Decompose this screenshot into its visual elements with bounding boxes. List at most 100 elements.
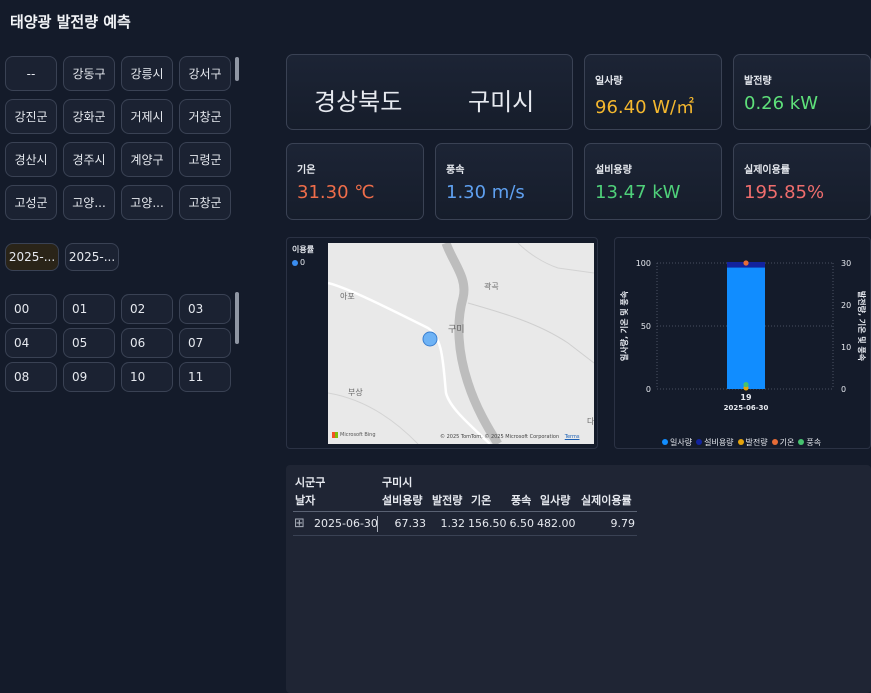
region-option[interactable]: 계양구 — [121, 142, 173, 177]
hour-option[interactable]: 04 — [5, 328, 57, 358]
hour-option[interactable]: 03 — [179, 294, 231, 324]
map-legend-title: 이용률 — [292, 245, 315, 254]
hour-option[interactable]: 10 — [121, 362, 173, 392]
y-left-axis-title: 일사량, 기온 및 풍속 — [619, 290, 629, 361]
column-header[interactable]: 일사량 — [540, 492, 570, 508]
kpi-label: 일사량 — [595, 76, 623, 87]
y-left-tick-label: 50 — [641, 322, 651, 331]
legend-item[interactable]: 풍속 — [798, 437, 821, 448]
kpi-value-utilization: 195.85% — [744, 182, 825, 203]
date-option[interactable]: 2025-... — [5, 243, 59, 271]
hour-option[interactable]: 07 — [179, 328, 231, 358]
hour-slicer-scrollbar[interactable] — [235, 292, 239, 344]
page-title: 태양광 발전량 예측 — [10, 13, 131, 31]
hour-option[interactable]: 11 — [179, 362, 231, 392]
region-option[interactable]: 강동구 — [63, 56, 115, 91]
map-canvas[interactable]: 아포 곽곡 구미 부상 다 Microsoft Bing © 2025 TomT… — [328, 243, 594, 444]
region-option[interactable]: 고령군 — [179, 142, 231, 177]
legend-label: 설비용량 — [704, 437, 734, 447]
y-right-tick-label: 0 — [841, 385, 846, 394]
column-header[interactable]: 발전량 — [432, 492, 462, 508]
region-option[interactable]: 고양... — [121, 185, 173, 220]
kpi-card-generation: 발전량 0.26 kW — [733, 54, 871, 130]
map-label: 다 — [587, 417, 594, 426]
kpi-card-temperature: 기온 31.30 ℃ — [286, 143, 424, 220]
kpi-card-wind: 풍속 1.30 m/s — [435, 143, 573, 220]
point-2 — [743, 381, 749, 388]
legend-label: 일사량 — [670, 437, 693, 447]
y-left-tick-label: 100 — [636, 259, 651, 268]
kpi-card-irradiance: 일사량 96.40 W/㎡ — [584, 54, 722, 130]
hour-option[interactable]: 02 — [121, 294, 173, 324]
column-header[interactable]: 풍속 — [511, 492, 531, 508]
legend-item[interactable]: 발전량 — [737, 437, 768, 448]
y-right-axis-title: 발전량, 기온 및 풍속 — [857, 291, 867, 362]
cell-irradiance: 482.00 — [537, 517, 576, 530]
legend-dot-icon — [292, 259, 298, 266]
hour-option[interactable]: 06 — [121, 328, 173, 358]
row-separator — [377, 516, 378, 532]
region-option[interactable]: 거제시 — [121, 99, 173, 134]
bar-irradiance — [727, 267, 765, 389]
map-roads — [328, 243, 594, 444]
region-slicer-scrollbar[interactable] — [235, 57, 239, 81]
date-header-label: 날자 — [295, 494, 316, 507]
y-right-tick-label: 30 — [841, 259, 851, 268]
region-option[interactable]: 고성군 — [5, 185, 57, 220]
region-option[interactable]: 강화군 — [63, 99, 115, 134]
legend-label: 기온 — [779, 437, 795, 447]
y-left-tick-label: 0 — [646, 385, 651, 394]
map-bubble[interactable] — [422, 331, 438, 347]
expand-icon[interactable]: ⊞ — [294, 516, 305, 531]
kpi-value-irradiance: 96.40 W/㎡ — [595, 97, 695, 118]
region-option[interactable]: 경산시 — [5, 142, 57, 177]
map-attribution: © 2025 TomTom, © 2025 Microsoft Corporat… — [440, 434, 580, 440]
chart-legend: 일사량 설비용량 발전량 기온 풍속 — [662, 430, 825, 449]
hour-option[interactable]: 00 — [5, 294, 57, 324]
combo-chart: 0 50 100 0 10 20 30 19 2025-06-30 일사량, 기온 및 풍속 발전량… — [619, 259, 867, 412]
legend-item[interactable]: 일사량 — [662, 437, 692, 448]
cell-capacity: 67.33 — [394, 517, 427, 530]
region-option[interactable]: 강릉시 — [121, 56, 173, 91]
column-header[interactable]: 실제이용률 — [581, 492, 632, 508]
region-option[interactable]: 고창군 — [179, 185, 231, 220]
hour-option[interactable]: 09 — [63, 362, 115, 392]
map-label: 곽곡 — [484, 282, 499, 291]
cell-wind: 6.50 — [509, 517, 535, 530]
hour-option[interactable]: 01 — [63, 294, 115, 324]
date-option[interactable]: 2025-... — [65, 243, 119, 271]
region-option[interactable]: 경주시 — [63, 142, 115, 177]
kpi-value-temperature: 31.30 ℃ — [297, 182, 375, 203]
region-option[interactable]: 고양... — [63, 185, 115, 220]
map-terms-link[interactable]: Terms — [565, 434, 580, 440]
city-label: 구미시 — [468, 88, 535, 116]
legend-label: 풍속 — [806, 437, 822, 447]
map-label: 부상 — [348, 388, 363, 397]
legend-label: 발전량 — [745, 437, 768, 447]
kpi-card-utilization: 실제이용률 195.85% — [733, 143, 871, 220]
region-card: 경상북도 구미시 — [286, 54, 573, 130]
cell-utilization: 9.79 — [610, 517, 636, 530]
kpi-label: 풍속 — [446, 165, 465, 176]
hour-option[interactable]: 05 — [63, 328, 115, 358]
cell-temperature: 156.50 — [468, 517, 507, 530]
chart-panel: 0 50 100 0 10 20 30 19 2025-06-30 일사량, 기온 및 풍속 발전량… — [614, 237, 871, 449]
kpi-label: 발전량 — [744, 76, 772, 87]
column-header[interactable]: 설비용량 — [382, 492, 422, 508]
region-option[interactable]: 거창군 — [179, 99, 231, 134]
legend-item[interactable]: 설비용량 — [696, 437, 734, 448]
column-header[interactable]: 기온 — [471, 492, 491, 508]
legend-dot-icon — [662, 439, 668, 445]
kpi-card-capacity: 설비용량 13.47 kW — [584, 143, 722, 220]
region-option[interactable]: 강서구 — [179, 56, 231, 91]
hour-option[interactable]: 08 — [5, 362, 57, 392]
row-header-label: 시군구 — [295, 476, 326, 489]
map-panel: 이용률 0 아포 곽곡 구미 부상 다 Microsoft Bing © 202… — [286, 237, 598, 449]
map-legend-value: 0 — [300, 258, 306, 267]
region-option[interactable]: 강진군 — [5, 99, 57, 134]
map-label: 아포 — [340, 292, 355, 301]
microsoft-logo-icon — [332, 432, 338, 438]
region-option[interactable]: -- — [5, 56, 57, 91]
y-right-tick-label: 20 — [841, 301, 851, 310]
legend-item[interactable]: 기온 — [771, 437, 795, 448]
